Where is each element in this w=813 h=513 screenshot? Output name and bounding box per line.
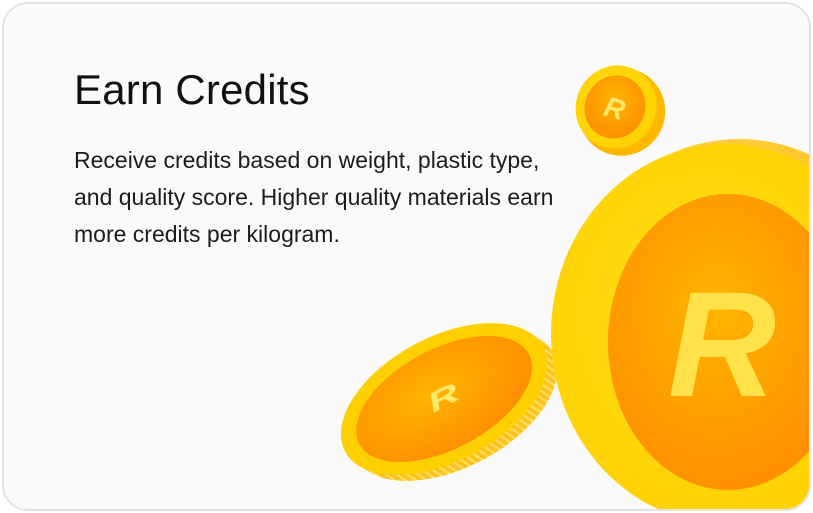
- svg-text:R: R: [601, 91, 629, 126]
- card-description: Receive credits based on weight, plastic…: [74, 147, 554, 247]
- earn-credits-card: Earn Credits Receive credits based on we…: [2, 2, 811, 511]
- svg-text:R: R: [422, 377, 464, 418]
- svg-text:R: R: [668, 260, 776, 428]
- tilted-coin-icon: R: [340, 323, 558, 481]
- small-coin-icon: R: [575, 65, 666, 156]
- large-coin-icon: R: [551, 139, 809, 509]
- card-title: Earn Credits: [74, 66, 310, 113]
